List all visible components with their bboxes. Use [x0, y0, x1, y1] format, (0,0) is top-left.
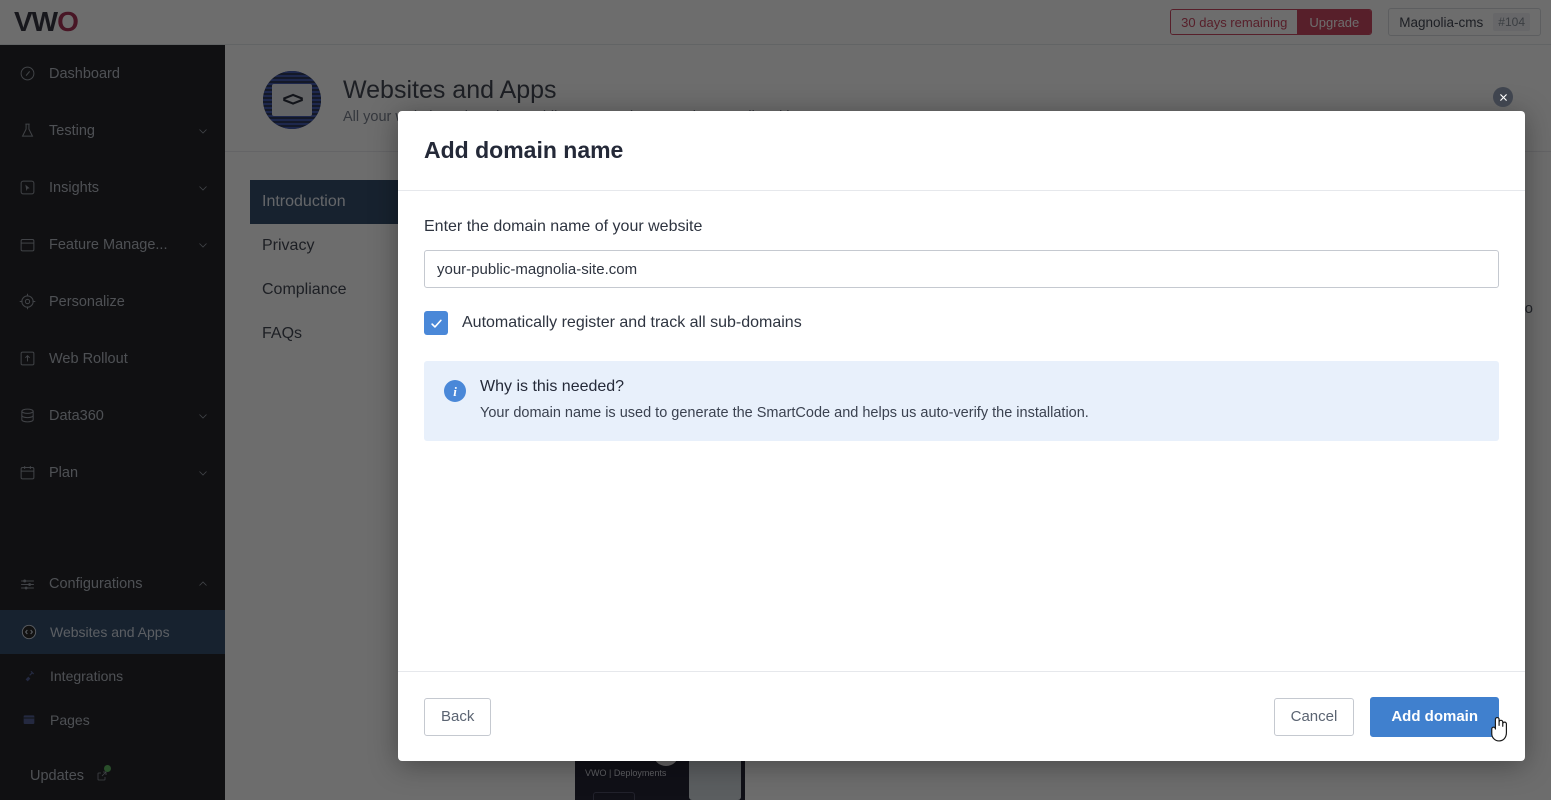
add-domain-button[interactable]: Add domain [1370, 697, 1499, 737]
subdomains-checkbox-label: Automatically register and track all sub… [462, 314, 802, 332]
info-callout: i Why is this needed? Your domain name i… [424, 361, 1499, 441]
subdomains-checkbox[interactable] [424, 311, 448, 335]
info-icon: i [444, 380, 466, 402]
modal-header: Add domain name [398, 111, 1525, 191]
subdomains-checkbox-row[interactable]: Automatically register and track all sub… [424, 311, 1499, 335]
close-icon[interactable] [1493, 87, 1513, 107]
back-button[interactable]: Back [424, 698, 491, 736]
domain-input[interactable] [424, 250, 1499, 288]
footer-right-actions: Cancel Add domain [1274, 697, 1499, 737]
app-root: VWO 30 days remaining Upgrade Magnolia-c… [0, 0, 1551, 800]
add-domain-modal: Add domain name Enter the domain name of… [398, 111, 1525, 761]
info-title: Why is this needed? [480, 378, 1089, 396]
info-text: Your domain name is used to generate the… [480, 405, 1089, 421]
modal-footer: Back Cancel Add domain [398, 671, 1525, 761]
cancel-button[interactable]: Cancel [1274, 698, 1355, 736]
modal-title: Add domain name [424, 137, 623, 164]
domain-field-label: Enter the domain name of your website [424, 218, 1499, 236]
modal-body: Enter the domain name of your website Au… [398, 191, 1525, 671]
